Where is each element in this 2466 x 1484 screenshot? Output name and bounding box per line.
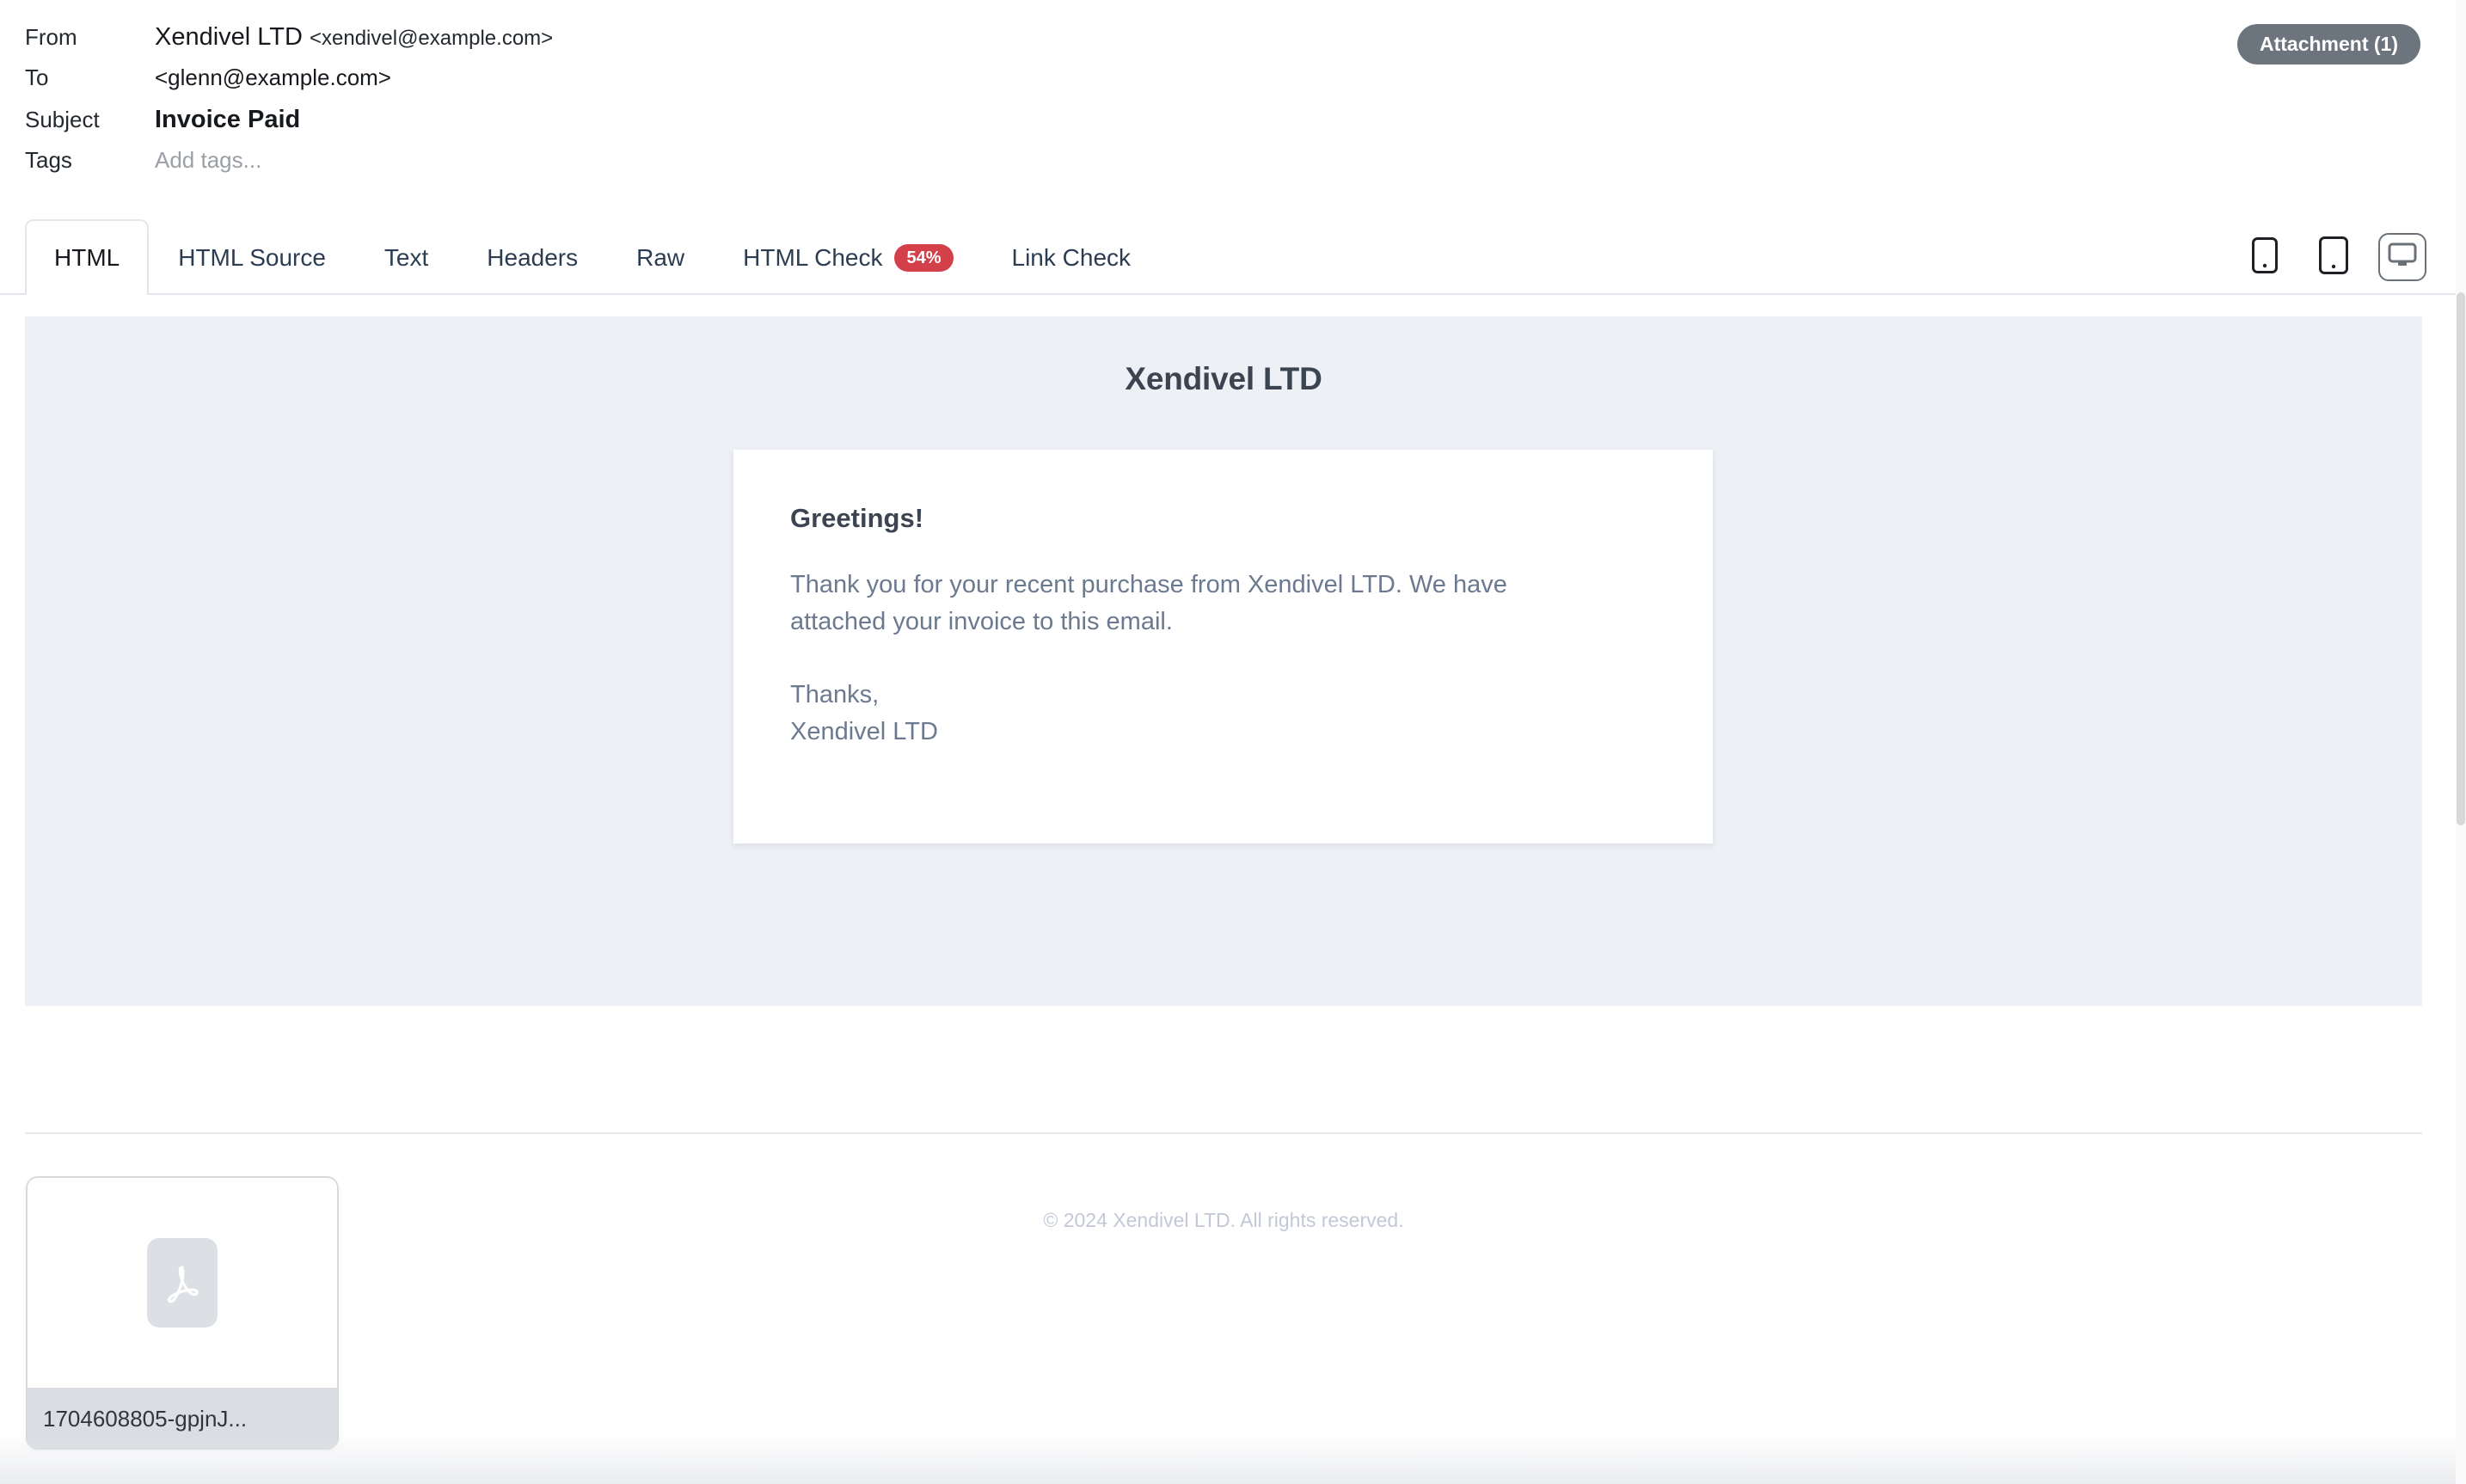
desktop-icon: [2388, 242, 2417, 273]
meta-row-subject: Subject Invoice Paid: [0, 106, 2466, 148]
subject-value: Invoice Paid: [155, 106, 301, 133]
viewport-switcher: [2241, 219, 2426, 295]
from-address: <xendivel@example.com>: [310, 27, 554, 50]
attachment-item[interactable]: 1704608805-gpjnJ...: [26, 1176, 339, 1450]
email-signoff-line1: Thanks,: [790, 680, 880, 708]
tab-html-source-label: HTML Source: [178, 244, 326, 271]
mobile-icon: [2252, 236, 2278, 278]
page-scrollbar[interactable]: [2456, 0, 2466, 1484]
tab-html-check-label: HTML Check: [743, 244, 883, 271]
tablet-icon: [2319, 236, 2348, 279]
meta-row-to: To <glenn@example.com>: [0, 65, 2466, 107]
tab-raw[interactable]: Raw: [607, 219, 714, 295]
subject-label: Subject: [25, 107, 100, 132]
tab-text[interactable]: Text: [355, 219, 457, 295]
email-signoff: Thanks, Xendivel LTD: [790, 677, 1607, 751]
tab-html-source[interactable]: HTML Source: [149, 219, 355, 295]
email-signoff-line2: Xendivel LTD: [790, 717, 938, 745]
to-address: <glenn@example.com>: [155, 64, 391, 90]
attachment-thumbnail: [28, 1178, 337, 1388]
attachment-count-badge[interactable]: Attachment (1): [2236, 24, 2420, 64]
tab-link-check-label: Link Check: [1011, 244, 1132, 271]
meta-row-from: From Xendivel LTD <xendivel@example.com>: [0, 23, 2466, 65]
from-name: Xendivel LTD: [155, 23, 303, 51]
email-meta-header: From Xendivel LTD <xendivel@example.com>…: [0, 0, 2466, 189]
email-paragraph: Thank you for your recent purchase from …: [790, 571, 1507, 635]
tab-link-check[interactable]: Link Check: [983, 219, 1161, 295]
tags-label: Tags: [25, 147, 72, 173]
email-body-card: Greetings! Thank you for your recent pur…: [733, 450, 1713, 843]
tab-html-label: HTML: [54, 244, 120, 271]
tab-headers-label: Headers: [487, 244, 579, 271]
html-check-score-badge: 54%: [894, 244, 954, 272]
viewport-mobile-button[interactable]: [2241, 233, 2289, 281]
page-scrollbar-thumb[interactable]: [2457, 292, 2465, 825]
meta-row-tags: Tags Add tags...: [0, 148, 2466, 189]
from-value: Xendivel LTD <xendivel@example.com>: [155, 23, 554, 52]
email-preview-pane: Xendivel LTD Greetings! Thank you for yo…: [25, 316, 2422, 1231]
bottom-shadow: [0, 1432, 2466, 1484]
tab-html[interactable]: HTML: [25, 219, 150, 297]
tab-text-label: Text: [383, 244, 429, 271]
attachment-filename: 1704608805-gpjnJ...: [28, 1388, 337, 1448]
from-label: From: [25, 24, 77, 50]
viewport-tablet-button[interactable]: [2310, 233, 2358, 281]
email-viewer: From Xendivel LTD <xendivel@example.com>…: [0, 0, 2466, 1484]
attachments-divider: [25, 1132, 2422, 1134]
tab-html-check[interactable]: HTML Check 54%: [714, 219, 982, 295]
email-brand-title: Xendivel LTD: [1125, 361, 1322, 396]
tab-raw-label: Raw: [636, 244, 685, 271]
pdf-icon: [147, 1238, 218, 1328]
email-footer-copyright: © 2024 Xendivel LTD. All rights reserved…: [1043, 1209, 1404, 1231]
to-label: To: [25, 64, 49, 90]
view-tabs: HTML HTML Source Text Headers Raw HTML C…: [0, 219, 2466, 297]
email-greeting: Greetings!: [790, 503, 924, 533]
tab-headers[interactable]: Headers: [457, 219, 607, 295]
viewport-desktop-button[interactable]: [2378, 233, 2426, 281]
tags-input[interactable]: Add tags...: [155, 148, 261, 173]
